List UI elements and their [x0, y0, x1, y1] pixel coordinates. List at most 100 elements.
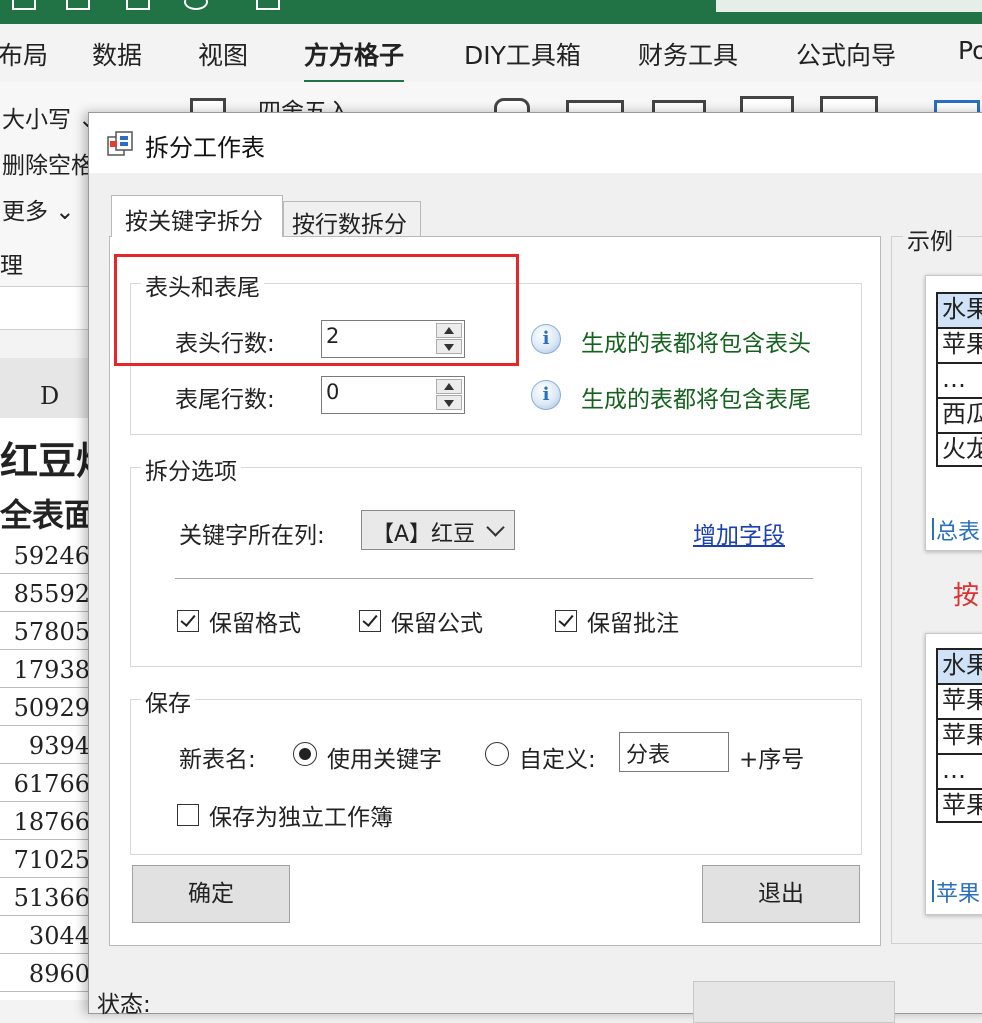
footer-hint-text: 生成的表都将包含表尾: [581, 387, 811, 413]
divider: [175, 578, 813, 579]
arrow-down-icon: [444, 400, 454, 407]
keep-comment-checkbox[interactable]: [555, 610, 577, 632]
group-title-split-options: 拆分选项: [141, 452, 241, 486]
group-split-options: 拆分选项 关键字所在列: 【A】红豆 增加字段 保留格式 保留公式 保留批注: [130, 452, 862, 667]
tab-by-keyword[interactable]: 按关键字拆分: [111, 195, 283, 237]
dialog-title: 拆分工作表: [145, 134, 265, 162]
footer-rows-label: 表尾行数:: [175, 387, 275, 413]
example-cell: 苹果: [936, 788, 982, 823]
data-cell[interactable]: 61766: [0, 766, 90, 802]
app-icon: [107, 131, 133, 156]
example-total-tab: 总表: [931, 514, 980, 546]
tab-power[interactable]: Po: [958, 36, 982, 65]
data-cell[interactable]: 17938: [0, 652, 90, 688]
ok-button[interactable]: 确定: [132, 865, 290, 923]
example-cell: …: [936, 753, 982, 788]
custom-name-label[interactable]: 自定义:: [519, 740, 596, 774]
tab-formula-wizard[interactable]: 公式向导: [796, 36, 896, 72]
circle-icon[interactable]: [184, 0, 208, 10]
data-cell[interactable]: 57805: [0, 614, 90, 650]
data-cell[interactable]: 8960: [0, 956, 90, 992]
data-cell[interactable]: 50929: [0, 690, 90, 726]
example-cell: 水果: [936, 648, 982, 683]
status-bar: [693, 981, 895, 1023]
ribbon-tab-row: 布局 数据 视图 方方格子 DIY工具箱 财务工具 公式向导 Po: [0, 24, 982, 84]
chevron-down-icon: [486, 518, 505, 537]
exit-button[interactable]: 退出: [702, 865, 860, 923]
tab-diy-toolbox[interactable]: DIY工具箱: [464, 36, 581, 72]
excel-title-bar: [0, 0, 982, 24]
custom-name-input[interactable]: 分表: [619, 732, 729, 772]
search-box[interactable]: [716, 0, 982, 12]
example-title: 示例: [903, 222, 957, 256]
use-keyword-radio[interactable]: [293, 742, 317, 766]
delete-spaces-button[interactable]: 删除空格: [2, 146, 94, 180]
tab-view[interactable]: 视图: [198, 36, 248, 72]
new-sheet-name-label: 新表名:: [179, 747, 256, 773]
example-cell: 苹果: [936, 327, 982, 362]
example-total-sheet: 水果苹果…西瓜火龙 总表: [925, 275, 982, 551]
group-label-manage: 理: [0, 253, 23, 279]
keep-formula-label[interactable]: 保留公式: [391, 604, 483, 638]
data-cell[interactable]: 9394: [0, 728, 90, 764]
status-label: 状态:: [97, 992, 151, 1018]
custom-name-radio[interactable]: [485, 742, 509, 766]
header-hint-text: 生成的表都将包含表头: [581, 331, 811, 357]
example-cell: 苹果: [936, 683, 982, 718]
data-cell[interactable]: 3044: [0, 918, 90, 954]
truck-icon[interactable]: [256, 0, 280, 10]
table-icon[interactable]: [126, 0, 150, 10]
data-cell[interactable]: 18766: [0, 804, 90, 840]
keyword-column-label: 关键字所在列:: [179, 523, 325, 549]
info-icon: i: [531, 324, 561, 354]
add-field-link[interactable]: 增加字段: [693, 516, 785, 550]
keep-formula-checkbox[interactable]: [359, 610, 381, 632]
footer-rows-value[interactable]: 0: [326, 380, 339, 404]
footer-rows-stepper[interactable]: 0: [321, 376, 465, 414]
tab-fangfang[interactable]: 方方格子: [304, 36, 405, 84]
save-icon[interactable]: [12, 0, 36, 10]
example-cell: 苹果: [936, 718, 982, 753]
use-keyword-label[interactable]: 使用关键字: [327, 740, 442, 774]
sequence-suffix-label: +序号: [739, 747, 805, 773]
worksheet-grid[interactable]: 红豆炒 全表面 59246 85592 57805 17938 50929 9394 617…: [0, 418, 114, 1000]
data-cell[interactable]: 71025: [0, 842, 90, 878]
rounding-button[interactable]: 四舍五入: [258, 92, 350, 112]
column-header-d[interactable]: D: [0, 358, 90, 419]
split-sheet-dialog: 拆分工作表 按关键字拆分 按行数拆分 表头和表尾 表头行数: 2 i 生成的表都…: [88, 112, 982, 1023]
tab-by-rows[interactable]: 按行数拆分: [283, 201, 421, 238]
name-box[interactable]: [0, 287, 90, 330]
arrow-up-icon: [444, 383, 454, 390]
keep-format-label[interactable]: 保留格式: [209, 604, 301, 638]
example-cell: 水果: [936, 292, 982, 327]
undo-icon[interactable]: [66, 0, 90, 10]
data-cell[interactable]: 51366: [0, 880, 90, 916]
footer-rows-up-button[interactable]: [436, 379, 462, 394]
tab-layout[interactable]: 布局: [0, 36, 48, 72]
save-independent-label[interactable]: 保存为独立工作簿: [209, 798, 393, 832]
keep-format-checkbox[interactable]: [177, 610, 199, 632]
info-icon: i: [531, 380, 561, 410]
example-cell: …: [936, 362, 982, 397]
keyword-column-value: 【A】红豆: [372, 522, 476, 547]
tab-data[interactable]: 数据: [92, 36, 142, 72]
example-split-sheet: 水果苹果苹果…苹果 苹果: [925, 633, 982, 915]
tab-finance-tools[interactable]: 财务工具: [638, 36, 738, 72]
data-cell[interactable]: 85592: [0, 576, 90, 612]
keyword-column-select[interactable]: 【A】红豆: [361, 510, 515, 550]
custom-name-value[interactable]: 分表: [626, 737, 670, 769]
column-letter: D: [40, 382, 60, 410]
keep-comment-label[interactable]: 保留批注: [587, 604, 679, 638]
example-split-tab: 苹果: [931, 876, 980, 908]
example-cell: 西瓜: [936, 397, 982, 432]
group-title-save: 保存: [141, 684, 195, 718]
highlight-box: [114, 254, 519, 366]
case-button[interactable]: 大小写 ⌄: [2, 100, 98, 134]
header-cell-2[interactable]: 全表面: [0, 490, 96, 536]
save-independent-checkbox[interactable]: [177, 804, 199, 826]
footer-rows-down-button[interactable]: [436, 395, 462, 410]
more-button[interactable]: 更多 ⌄: [2, 192, 75, 226]
data-cell[interactable]: 59246: [0, 538, 90, 574]
example-cell: 火龙: [936, 432, 982, 467]
example-arrow-text: 按: [953, 581, 980, 611]
